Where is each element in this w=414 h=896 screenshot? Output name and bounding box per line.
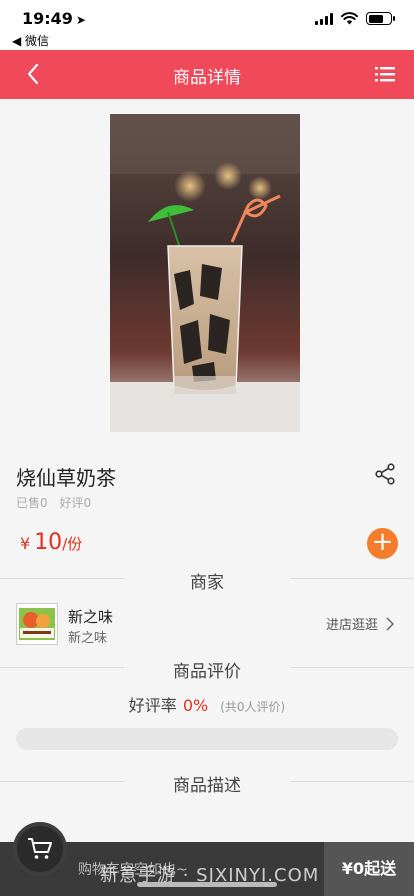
nav-bar: 商品详情 xyxy=(0,50,414,99)
merchant-section-header: 商家 xyxy=(0,567,414,593)
visit-shop-label: 进店逛逛 xyxy=(325,618,378,633)
product-stats: 已售0 好评0 xyxy=(16,494,99,511)
merchant-name: 新之味 xyxy=(68,608,114,626)
status-time: 19:49 ➤ xyxy=(22,9,86,28)
price-symbol: ¥ xyxy=(20,534,31,553)
review-rate-value: 0% xyxy=(182,696,209,715)
product-image[interactable] xyxy=(110,114,300,432)
add-to-cart-button[interactable]: + xyxy=(367,528,398,559)
sold-count: 已售0 xyxy=(16,496,48,510)
review-count: (共0人评价) xyxy=(220,700,286,714)
merchant-logo[interactable] xyxy=(16,603,58,645)
description-section-title: 商品描述 xyxy=(173,776,241,796)
share-icon[interactable] xyxy=(374,463,396,485)
reviews-section-header: 商品评价 xyxy=(0,656,414,682)
review-rate-label: 好评率 xyxy=(128,696,177,715)
page-title: 商品详情 xyxy=(173,68,241,88)
review-progress-bar xyxy=(16,728,398,750)
min-order-button[interactable]: ¥0起送 xyxy=(324,842,414,896)
price-unit: /份 xyxy=(62,535,83,553)
status-icons xyxy=(315,12,395,25)
status-time-text: 19:49 xyxy=(22,9,73,28)
visit-shop-link[interactable]: 进店逛逛 xyxy=(326,614,394,633)
shopping-cart-icon xyxy=(28,838,52,859)
home-indicator xyxy=(137,882,277,887)
merchant-section-title: 商家 xyxy=(190,573,224,593)
description-section-header: 商品描述 xyxy=(0,770,414,796)
status-bar: 19:49 ➤ ◀ 微信 xyxy=(0,0,414,50)
review-rate: 好评率 0% (共0人评价) xyxy=(0,692,414,716)
wifi-icon xyxy=(341,12,358,25)
back-to-app-link[interactable]: ◀ 微信 xyxy=(12,32,49,49)
reviews-section-title: 商品评价 xyxy=(173,662,241,682)
price-value: 10 xyxy=(34,530,63,555)
product-name: 烧仙草奶茶 xyxy=(16,466,116,490)
milk-tea-drink-image xyxy=(110,114,300,432)
location-arrow-icon: ➤ xyxy=(75,13,86,27)
cart-button[interactable] xyxy=(13,822,67,876)
good-review-count: 好评0 xyxy=(59,496,92,510)
chevron-right-icon xyxy=(386,616,394,631)
list-menu-icon[interactable] xyxy=(374,63,396,85)
merchant-logo-image xyxy=(17,604,57,644)
product-price: ¥10/份 xyxy=(20,530,82,555)
merchant-subtitle: 新之味 xyxy=(68,631,108,646)
battery-icon xyxy=(366,12,395,25)
cellular-signal-icon xyxy=(315,12,333,25)
